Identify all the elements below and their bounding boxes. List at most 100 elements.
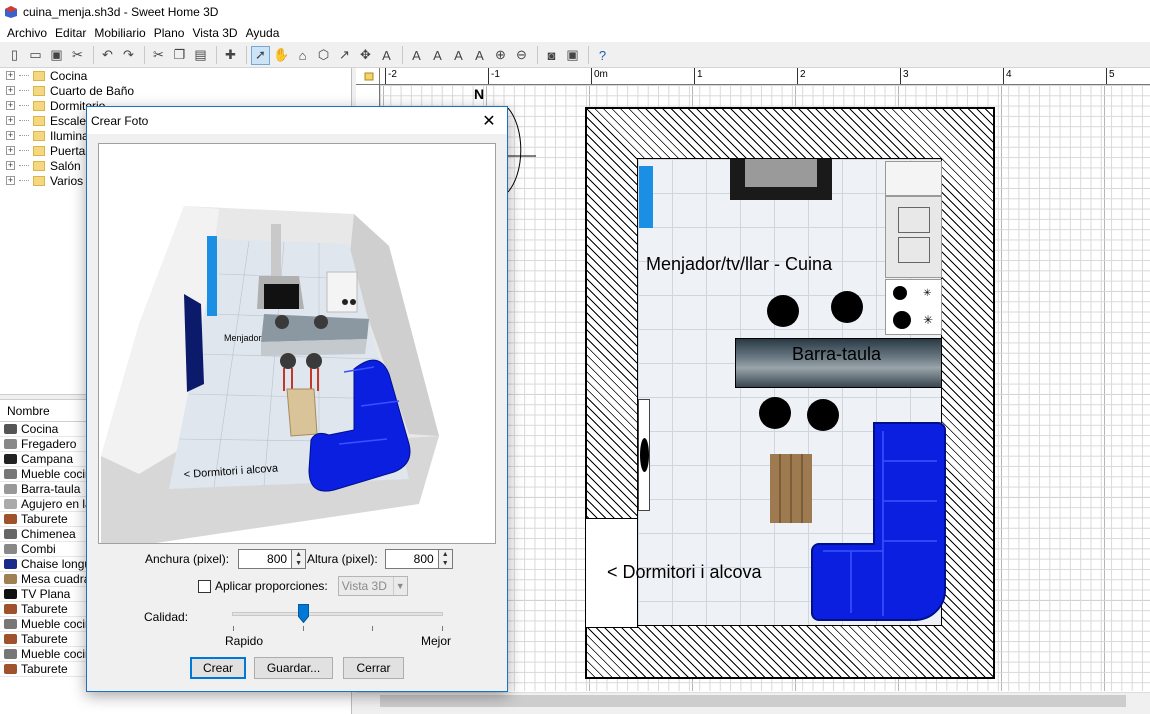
expand-icon[interactable]: +: [6, 176, 15, 185]
pan-mode-icon[interactable]: ✋: [272, 46, 291, 65]
cooktop-item[interactable]: ✳ ✳: [885, 279, 942, 335]
width-spinner[interactable]: 800 ▲ ▼: [238, 549, 307, 569]
folder-icon: [33, 145, 45, 156]
app-icon: [5, 5, 17, 18]
menu-plano[interactable]: Plano: [150, 26, 189, 40]
sofa-item[interactable]: [811, 421, 947, 627]
aspect-checkbox[interactable]: [198, 579, 211, 593]
horizontal-scrollbar[interactable]: [356, 692, 1150, 708]
zoom-out-icon[interactable]: ⊖: [512, 46, 531, 65]
undo-icon[interactable]: ↶: [98, 46, 117, 65]
help-icon[interactable]: ?: [593, 46, 612, 65]
expand-icon[interactable]: +: [6, 131, 15, 140]
spin-up-icon[interactable]: ▲: [292, 550, 305, 559]
rendered-room-image: Menjador < Dormitori i alcova: [99, 144, 495, 543]
aspect-select[interactable]: Vista 3D ▼: [337, 576, 408, 596]
text-style-icon[interactable]: A: [407, 46, 426, 65]
quality-slider-thumb[interactable]: [298, 604, 309, 623]
quality-max-label: Mejor: [421, 634, 452, 648]
create-dimensions-icon[interactable]: ✥: [356, 46, 375, 65]
kitchen-cabinet[interactable]: [885, 161, 942, 196]
paste-icon[interactable]: ▤: [191, 46, 210, 65]
quality-label: Calidad:: [144, 610, 189, 624]
spin-down-icon[interactable]: ▼: [292, 559, 305, 568]
height-spinner[interactable]: 800 ▲ ▼: [384, 549, 453, 569]
slider-tick: [372, 626, 373, 631]
close-icon[interactable]: ✕: [481, 111, 497, 131]
create-button[interactable]: Crear: [190, 657, 246, 679]
text-bold-icon[interactable]: A: [428, 46, 447, 65]
cut-icon[interactable]: ✂: [149, 46, 168, 65]
stool-item[interactable]: [759, 397, 791, 429]
scrollbar-thumb[interactable]: [380, 695, 1126, 707]
spin-up-icon[interactable]: ▲: [439, 550, 452, 559]
create-video-icon[interactable]: ▣: [563, 46, 582, 65]
folder-icon: [33, 130, 45, 141]
expand-icon[interactable]: +: [6, 86, 15, 95]
compass-label: N: [474, 86, 485, 102]
furniture-thumbnail-icon: [4, 619, 17, 629]
expand-icon[interactable]: +: [6, 116, 15, 125]
preview-label-table: Menjador: [224, 333, 262, 343]
copy-icon[interactable]: ❐: [170, 46, 189, 65]
menu-editar[interactable]: Editar: [51, 26, 90, 40]
alcove-label[interactable]: < Dormitori i alcova: [607, 562, 762, 583]
close-button[interactable]: Cerrar: [343, 657, 404, 679]
ruler-tick: [694, 68, 695, 84]
create-polylines-icon[interactable]: ↗: [335, 46, 354, 65]
bar-label[interactable]: Barra-taula: [792, 344, 881, 365]
ruler-corner: [356, 68, 380, 85]
text-size-icon[interactable]: A: [470, 46, 489, 65]
add-furniture-icon[interactable]: ✚: [221, 46, 240, 65]
select-mode-icon[interactable]: ➚: [251, 45, 270, 65]
aspect-value: Vista 3D: [341, 579, 387, 593]
expand-icon[interactable]: +: [6, 161, 15, 170]
create-photo-icon[interactable]: ◙: [542, 46, 561, 65]
redo-icon[interactable]: ↷: [119, 46, 138, 65]
menu-archivo[interactable]: Archivo: [3, 26, 51, 40]
expand-icon[interactable]: +: [6, 146, 15, 155]
expand-icon[interactable]: +: [6, 101, 15, 110]
save-button[interactable]: Guardar...: [254, 657, 333, 679]
furniture-thumbnail-icon: [4, 589, 17, 599]
ruler-top: -2 -1 0m 1 2 3 4 5: [380, 68, 1150, 85]
stool-item[interactable]: [767, 295, 799, 327]
furniture-thumbnail-icon: [4, 499, 17, 509]
folder-icon: [33, 100, 45, 111]
height-field[interactable]: 800: [384, 549, 439, 569]
furniture-name: Taburete: [21, 602, 68, 616]
catalog-category[interactable]: + Cocina: [0, 68, 351, 83]
furniture-name: Taburete: [21, 662, 68, 676]
quality-slider-track[interactable]: [232, 612, 443, 616]
zoom-in-icon[interactable]: ⊕: [491, 46, 510, 65]
menu-vista3d[interactable]: Vista 3D: [188, 26, 241, 40]
tv-item[interactable]: [638, 399, 650, 511]
furniture-name: Chimenea: [21, 527, 76, 541]
text-italic-icon[interactable]: A: [449, 46, 468, 65]
menu-mobiliario[interactable]: Mobiliario: [90, 26, 149, 40]
furniture-thumbnail-icon: [4, 544, 17, 554]
create-walls-icon[interactable]: ⌂: [293, 46, 312, 65]
width-label: Anchura (pixel):: [145, 552, 230, 566]
cut-tool-icon[interactable]: ✂: [68, 46, 87, 65]
open-icon[interactable]: ▭: [26, 46, 45, 65]
fridge-cabinet[interactable]: [885, 196, 942, 278]
new-home-icon[interactable]: ▯: [5, 46, 24, 65]
room-label[interactable]: Menjador/tv/llar - Cuina: [646, 254, 832, 275]
menu-ayuda[interactable]: Ayuda: [242, 26, 284, 40]
fridge-item[interactable]: [639, 166, 653, 228]
coffee-table-item[interactable]: [770, 454, 812, 523]
toolbar-separator: [402, 46, 403, 64]
expand-icon[interactable]: +: [6, 71, 15, 80]
add-text-icon[interactable]: A: [377, 46, 396, 65]
catalog-category[interactable]: + Cuarto de Baño: [0, 83, 351, 98]
width-field[interactable]: 800: [238, 549, 293, 569]
folder-icon: [33, 70, 45, 81]
ruler-tick: [1003, 68, 1004, 84]
save-icon[interactable]: ▣: [47, 46, 66, 65]
stool-item[interactable]: [831, 291, 863, 323]
slider-tick: [442, 626, 443, 631]
create-rooms-icon[interactable]: ⬡: [314, 46, 333, 65]
spin-down-icon[interactable]: ▼: [439, 559, 452, 568]
height-row: Altura (pixel): 800 ▲ ▼: [307, 549, 453, 569]
